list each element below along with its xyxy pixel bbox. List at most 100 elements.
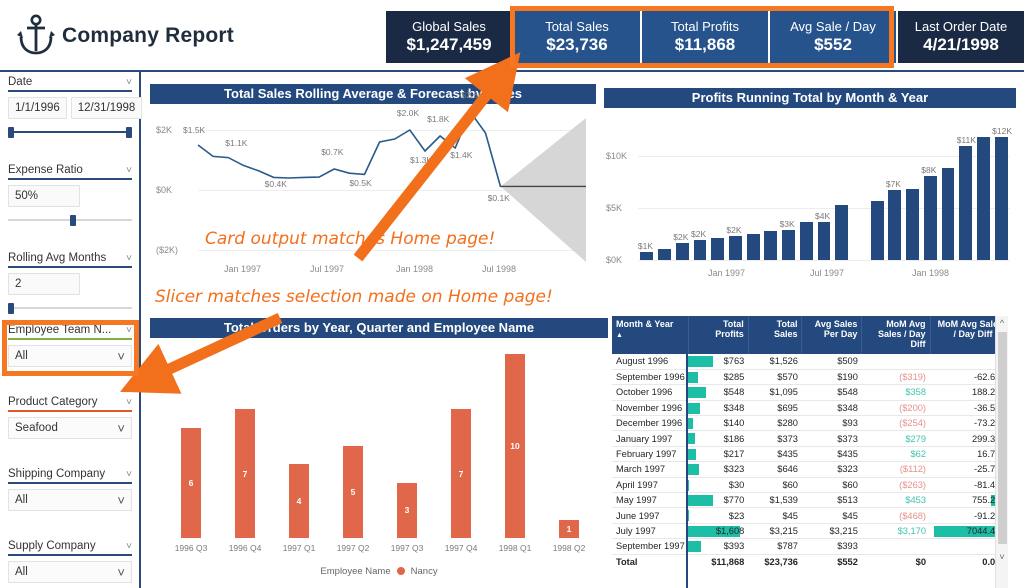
product-category-dropdown[interactable]: Seafood ˅ — [8, 417, 132, 439]
rolling-avg-slider[interactable] — [8, 303, 132, 314]
employee-team-dropdown[interactable]: All ˅ — [8, 345, 132, 367]
bar[interactable] — [923, 175, 937, 260]
bar[interactable] — [640, 252, 654, 260]
orders-bar-plot[interactable]: 6 1996 Q3 7 1996 Q4 4 1997 Q1 5 1997 Q2 3 1997 Q3… — [150, 338, 608, 560]
slicer-rolling-avg-label: Rolling Avg Months — [8, 252, 107, 264]
kpi-label: Total Profits — [671, 19, 739, 35]
data-label: $1.3K — [409, 155, 433, 165]
bar[interactable] — [835, 205, 849, 260]
table-row[interactable]: August 1996 $763 $1,526 $509 — [612, 354, 1008, 370]
table-row[interactable]: April 1997 $30 $60 $60 ($263) -81.4% — [612, 477, 1008, 494]
table-row[interactable]: September 1996 $285 $570 $190 ($319) -62.6% — [612, 369, 1008, 386]
bar[interactable] — [817, 222, 831, 260]
bar[interactable] — [994, 136, 1008, 260]
slider-handle[interactable] — [70, 215, 76, 226]
slider-handle[interactable] — [8, 303, 14, 314]
bar[interactable] — [888, 190, 902, 260]
slider-handle-right[interactable] — [126, 127, 132, 138]
bar[interactable] — [711, 238, 725, 260]
bar[interactable] — [977, 137, 990, 260]
cell-total-sales: $1,539 — [748, 492, 802, 509]
cell-total-profits: $23 — [688, 507, 749, 524]
bar[interactable] — [729, 236, 742, 260]
expense-ratio-slider[interactable] — [8, 215, 132, 226]
table-row[interactable]: May 1997 $770 $1,539 $513 $453 755.2% — [612, 492, 1008, 509]
bar[interactable] — [799, 222, 813, 260]
chevron-down-icon[interactable]: ˅ — [126, 542, 132, 552]
scrollbar-thumb[interactable] — [998, 332, 1007, 544]
bar-label: $7K — [885, 179, 901, 190]
col-month-year[interactable]: Month & Year ▲ — [612, 316, 689, 354]
bar[interactable] — [693, 239, 707, 260]
chevron-down-icon[interactable]: ˅ — [117, 566, 125, 579]
chevron-down-icon[interactable]: ˅ — [126, 470, 132, 480]
kpi-card-total-sales[interactable]: Total Sales $23,736 — [514, 11, 640, 63]
chevron-down-icon[interactable]: ˅ — [126, 254, 132, 264]
cell-total-sales: $695 — [748, 400, 802, 417]
col-total-sales[interactable]: Total Sales — [748, 316, 803, 354]
scroll-down-icon[interactable]: ˅ — [996, 550, 1008, 564]
bar-label: $2K — [691, 228, 707, 239]
y-axis-tick: $0K — [606, 255, 623, 265]
expense-ratio-input[interactable]: 50% — [8, 185, 80, 207]
cell-total-profits: $217 — [688, 446, 749, 463]
slicer-employee-team[interactable]: Employee Team N... ˅ All ˅ — [8, 324, 132, 367]
bar[interactable] — [764, 230, 778, 260]
bar[interactable] — [941, 168, 955, 260]
cell-total-sales: $45 — [748, 507, 802, 524]
page-title: Company Report — [62, 24, 234, 47]
rolling-avg-months-input[interactable]: 2 — [8, 273, 80, 295]
chevron-down-icon[interactable]: ˅ — [126, 398, 132, 408]
chevron-down-icon[interactable]: ˅ — [126, 166, 132, 176]
slicer-supply-company[interactable]: Supply Company ˅ All ˅ — [8, 540, 132, 583]
bar[interactable] — [959, 145, 973, 260]
bar[interactable] — [675, 243, 689, 260]
col-mom-avg-diff[interactable]: MoM Avg Sales / Day Diff — [861, 316, 931, 354]
line-chart-plot[interactable]: $2K $0K ($2K) $1.5K $1.1K $0.4K $0.7K $0.5K $2.0… — [150, 90, 596, 284]
kpi-card-last-order-date[interactable]: Last Order Date 4/21/1998 — [898, 11, 1024, 63]
slicer-product-category[interactable]: Product Category ˅ Seafood ˅ — [8, 396, 132, 439]
bar[interactable] — [782, 230, 795, 260]
slider-handle-left[interactable] — [8, 127, 14, 138]
table-row[interactable]: January 1997 $186 $373 $373 $279 299.3% — [612, 430, 1008, 447]
chevron-down-icon[interactable]: ˅ — [117, 422, 125, 435]
bar[interactable] — [906, 189, 919, 260]
kpi-card-total-profits[interactable]: Total Profits $11,868 — [642, 11, 768, 63]
col-avg-sales-per-day[interactable]: Avg Sales Per Day — [801, 316, 863, 354]
chevron-down-icon[interactable]: ˅ — [117, 350, 125, 363]
slicer-expense-ratio-label: Expense Ratio — [8, 164, 83, 176]
slicer-shipping-company-label: Shipping Company — [8, 468, 106, 480]
slicer-date[interactable]: Date ˅ 1/1/1996 12/31/1998 — [8, 76, 143, 138]
date-to-input[interactable]: 12/31/1998 — [70, 97, 143, 119]
date-from-input[interactable]: 1/1/1996 — [8, 97, 67, 119]
profits-bar-plot[interactable]: $10K $5K $0K $1K $2K $2K $2K $3K $4K $7K $8K $11K $1… — [604, 108, 1016, 284]
date-range-slider[interactable] — [8, 127, 132, 138]
cell-month: September 1997 — [612, 538, 689, 555]
chevron-down-icon[interactable]: ˅ — [126, 78, 132, 88]
table-row[interactable]: October 1996 $548 $1,095 $548 $358 188.2% — [612, 384, 1008, 401]
kpi-card-global-sales[interactable]: Global Sales $1,247,459 — [386, 11, 512, 63]
cell-month: August 1996 — [612, 354, 689, 370]
chevron-down-icon[interactable]: ˅ — [117, 494, 125, 507]
slicer-rolling-avg-months[interactable]: Rolling Avg Months ˅ 2 — [8, 252, 132, 314]
slicer-expense-ratio[interactable]: Expense Ratio ˅ 50% — [8, 164, 132, 226]
table-row[interactable]: March 1997 $323 $646 $323 ($112) -25.7% — [612, 461, 1008, 478]
shipping-company-dropdown[interactable]: All ˅ — [8, 489, 132, 511]
slicer-shipping-company[interactable]: Shipping Company ˅ All ˅ — [8, 468, 132, 511]
scroll-up-icon[interactable]: ^ — [996, 316, 1008, 330]
kpi-card-avg-sale-per-day[interactable]: Avg Sale / Day $552 — [770, 11, 896, 63]
data-label: $0.7K — [321, 147, 344, 157]
bar[interactable] — [746, 234, 760, 260]
table-scrollbar[interactable]: ^ ˅ — [995, 316, 1008, 588]
bar[interactable] — [658, 249, 671, 260]
bar[interactable] — [870, 201, 884, 260]
table-row[interactable]: December 1996 $140 $280 $93 ($254) -73.2% — [612, 415, 1008, 432]
col-total-profits[interactable]: Total Profits — [688, 316, 749, 354]
table-row[interactable]: July 1997 $1,608 $3,215 $3,215 $3,170 7044.4% — [612, 523, 1008, 540]
table-row[interactable]: September 1997 $393 $787 $393 — [612, 538, 1008, 555]
table-row[interactable]: February 1997 $217 $435 $435 $62 16.7% — [612, 446, 1008, 463]
table-row[interactable]: November 1996 $348 $695 $348 ($200) -36.5% — [612, 400, 1008, 417]
chevron-down-icon[interactable]: ˅ — [126, 326, 132, 336]
supply-company-dropdown[interactable]: All ˅ — [8, 561, 132, 583]
table-row[interactable]: June 1997 $23 $45 $45 ($468) -91.2% — [612, 507, 1008, 524]
